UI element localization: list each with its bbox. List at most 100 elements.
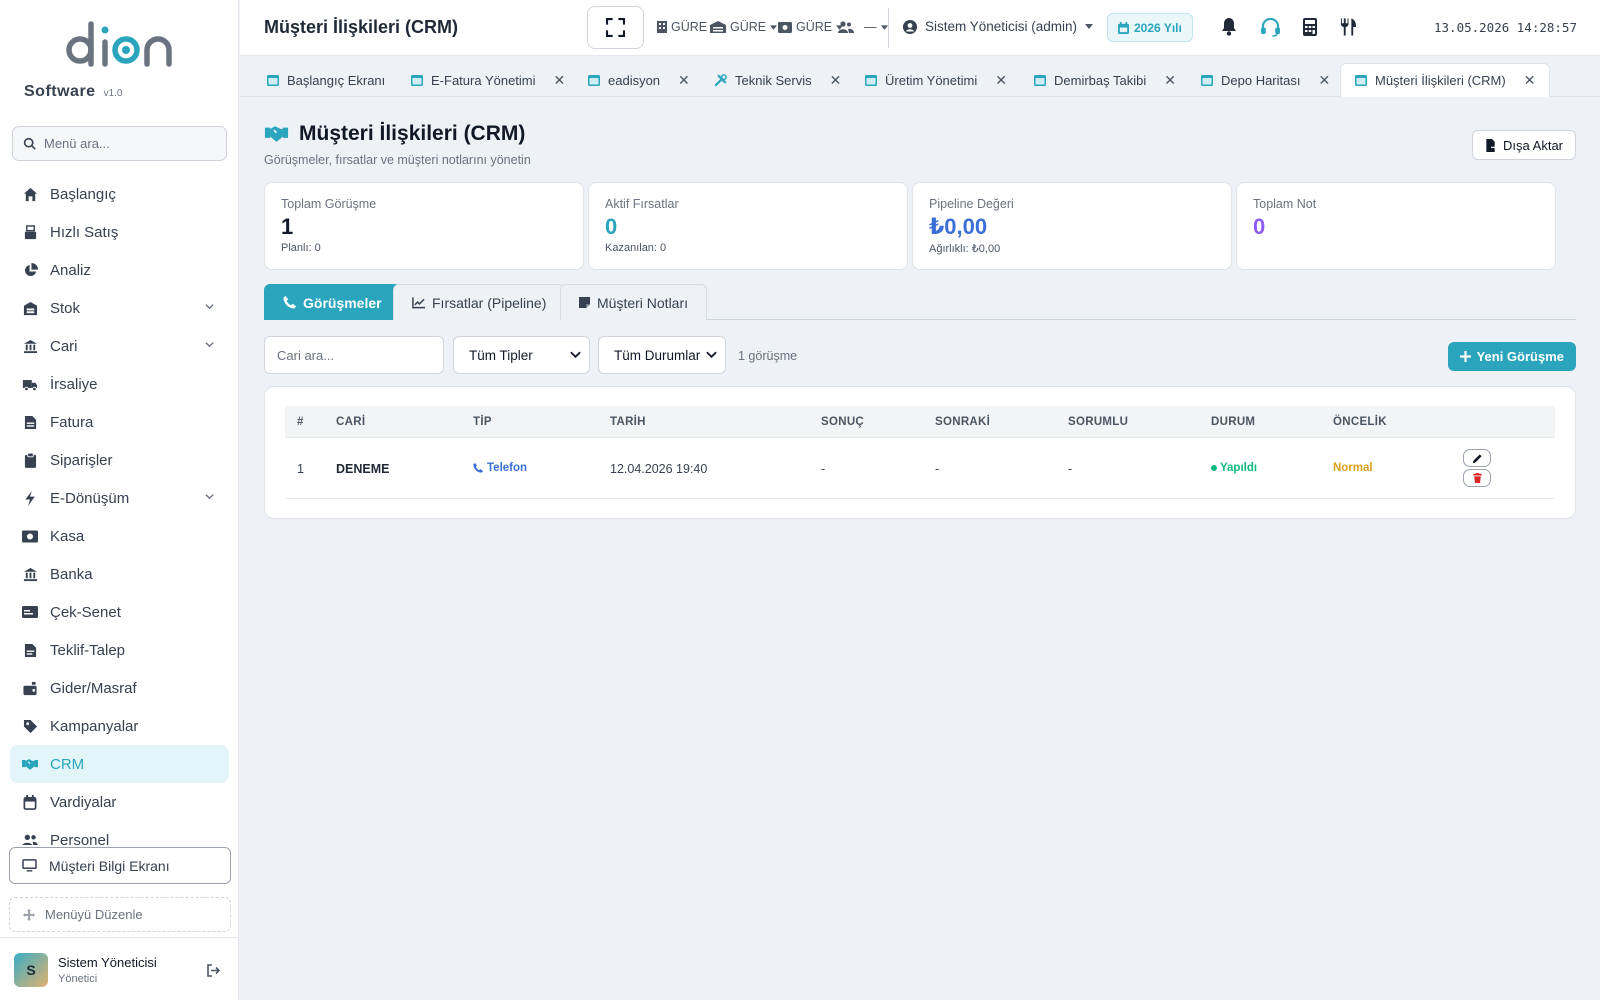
status-filter-select[interactable]: Tüm Durumlar [598,336,726,374]
monitor-icon [22,859,37,872]
tab-teknik-servis[interactable]: Teknik Servis ✕ [714,63,841,97]
truck-icon [22,376,38,392]
search-icon [23,137,36,150]
tab-uretim-yonetimi[interactable]: Üretim Yönetimi ✕ [865,63,1007,97]
register-selector[interactable]: GÜRE [778,20,844,34]
fullscreen-button[interactable] [587,6,644,49]
sidebar-item-hizli-satis[interactable]: Hızlı Satış [10,213,229,251]
warehouse-selector[interactable]: GÜRE [710,20,778,34]
sidebar-item-stok[interactable]: Stok [10,289,229,327]
menu-search-input[interactable]: Menü ara... [12,126,227,161]
sidebar-item-fatura[interactable]: Fatura [10,403,229,441]
sidebar-item-analiz[interactable]: Analiz [10,251,229,289]
tab-baslangic-ekrani[interactable]: Başlangıç Ekranı [267,63,385,97]
tab-musteri-iliskileri-crm[interactable]: Müşteri İlişkileri (CRM) ✕ [1340,63,1551,97]
customer-screen-button[interactable]: Müşteri Bilgi Ekranı [9,847,231,884]
edit-menu-button[interactable]: Menüyü Düzenle [9,897,231,932]
close-icon[interactable]: ✕ [1524,72,1536,89]
table-row[interactable]: 1 DENEME Telefon 12.04.2026 19:40 - - - … [285,438,1555,499]
chevron-down-icon [706,351,717,359]
sidebar-item-label: Gider/Masraf [50,679,137,697]
sidebar-item-label: Hızlı Satış [50,223,119,241]
phone-icon [283,296,296,309]
window-icon [865,74,877,86]
column-header: CARİ [336,416,366,428]
sidebar-item-cari[interactable]: Cari [10,327,229,365]
money-icon [22,528,38,544]
user-role: Yönetici [58,973,98,985]
close-icon[interactable]: ✕ [830,72,842,89]
headset-icon[interactable] [1260,18,1281,37]
sidebar-item-banka[interactable]: Banka [10,555,229,593]
calculator-icon[interactable] [1303,18,1317,36]
document-icon [22,642,38,658]
chart-line-icon [412,296,425,309]
tab-depo-haritasi[interactable]: Depo Haritası ✕ [1201,63,1330,97]
bank-icon [22,566,38,582]
tab-label: eadisyon [608,72,661,88]
window-icon [588,74,600,86]
sidebar-item-personel[interactable]: Personel [10,821,229,845]
tab-demirbas-takibi[interactable]: Demirbaş Takibi ✕ [1034,63,1176,97]
stat-sub: Ağırlıklı: ₺0,00 [929,243,1001,255]
sidebar-item-cek-senet[interactable]: Çek-Senet [10,593,229,631]
expand-icon [606,18,625,37]
tab-firsatlar-pipeline[interactable]: Fırsatlar (Pipeline) [393,284,566,320]
sidebar-item-baslangic[interactable]: Başlangıç [10,175,229,213]
close-icon[interactable]: ✕ [678,72,690,89]
column-header: ÖNCELİK [1333,416,1387,428]
sidebar-item-gider-masraf[interactable]: Gider/Masraf [10,669,229,707]
divider [888,8,889,48]
close-icon[interactable]: ✕ [1164,72,1176,89]
chevron-down-icon [204,301,215,312]
avatar[interactable]: S [14,953,48,987]
edit-button[interactable] [1463,449,1491,467]
sidebar-item-e-donusum[interactable]: E-Dönüşüm [10,479,229,517]
cari-search-input[interactable]: Cari ara... [264,336,444,374]
sidebar-item-vardiyalar[interactable]: Vardiyalar [10,783,229,821]
close-icon[interactable]: ✕ [1318,72,1330,89]
tab-label: Başlangıç Ekranı [287,72,386,88]
sidebar-item-siparisler[interactable]: Siparişler [10,441,229,479]
bolt-icon [22,490,38,506]
tab-gorusmeler[interactable]: Görüşmeler [264,284,401,320]
tab-label: Müşteri Notları [597,294,689,311]
bell-icon[interactable] [1221,18,1237,36]
fiscal-year-badge[interactable]: 2026 Yılı [1107,13,1193,42]
close-icon[interactable]: ✕ [554,72,566,89]
tab-musteri-notlari[interactable]: Müşteri Notları [560,284,708,320]
column-header: SORUMLU [1068,416,1129,428]
user-name: Sistem Yöneticisi [58,955,157,970]
tab-label: Depo Haritası [1221,72,1301,88]
tab-eadisyon[interactable]: eadisyon ✕ [588,63,690,97]
new-call-button[interactable]: Yeni Görüşme [1447,342,1576,371]
column-header: # [297,416,304,428]
tab-e-fatura-yonetimi[interactable]: E-Fatura Yönetimi ✕ [411,63,565,97]
sidebar-item-label: Kasa [50,527,85,545]
sidebar-item-crm[interactable]: CRM [10,745,229,783]
sidebar-item-kasa[interactable]: Kasa [10,517,229,555]
logout-icon[interactable] [207,964,221,977]
sidebar-item-label: Çek-Senet [50,603,121,621]
column-header: TARİH [610,416,646,428]
sidebar-item-teklif-talep[interactable]: Teklif-Talep [10,631,229,669]
sidebar-item-label: Fatura [50,413,94,431]
delete-button[interactable] [1463,469,1491,487]
close-icon[interactable]: ✕ [995,72,1007,89]
sidebar-menu: Başlangıç Hızlı Satış Analiz Stok Cari İ… [10,175,229,845]
page-title-text: Müşteri İlişkileri (CRM) [299,122,526,145]
admin-user-menu[interactable]: Sistem Yöneticisi (admin) [903,19,1094,34]
crm-tabs: Görüşmeler Fırsatlar (Pipeline) Müşteri … [264,284,1576,320]
sidebar-item-label: Banka [50,565,93,583]
user-group-selector[interactable]: — [838,20,888,34]
stat-sub: Planlı: 0 [281,242,321,254]
top-bar: Müşteri İlişkileri (CRM) GÜRE GÜRE GÜRE … [240,0,1600,56]
sidebar-item-kampanyalar[interactable]: Kampanyalar [10,707,229,745]
restaurant-icon[interactable] [1340,18,1357,36]
export-button[interactable]: Dışa Aktar [1472,130,1576,160]
type-filter-select[interactable]: Tüm Tipler [453,336,590,374]
sidebar-item-irsaliye[interactable]: İrsaliye [10,365,229,403]
dion-logo[interactable] [64,18,176,74]
stat-label: Pipeline Değeri [929,197,1014,211]
branch-selector[interactable]: GÜRE [657,20,719,34]
